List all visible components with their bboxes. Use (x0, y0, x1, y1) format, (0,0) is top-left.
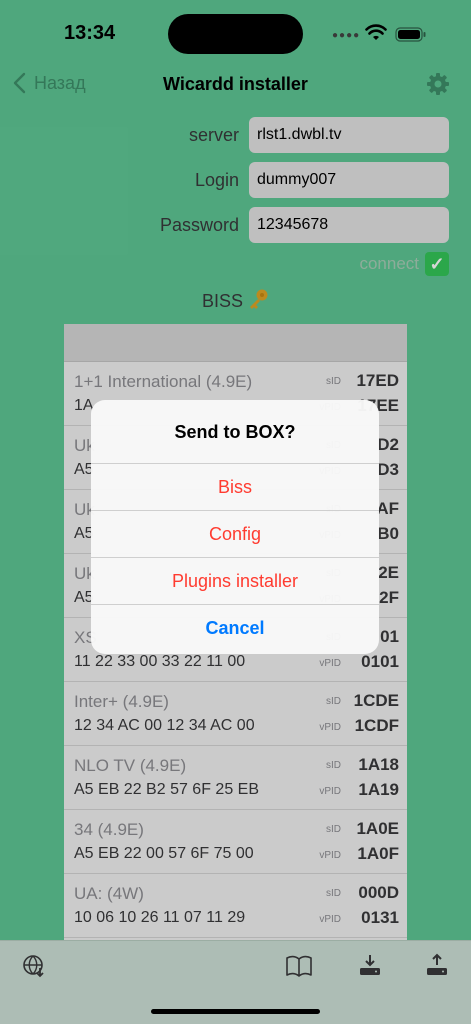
biss-button[interactable]: Biss (91, 464, 379, 511)
alert-title: Send to BOX? (91, 400, 379, 464)
plugins-installer-button[interactable]: Plugins installer (91, 558, 379, 605)
send-to-box-alert: Send to BOX? Biss Config Plugins install… (91, 400, 379, 654)
config-button[interactable]: Config (91, 511, 379, 558)
cancel-button[interactable]: Cancel (91, 605, 379, 652)
